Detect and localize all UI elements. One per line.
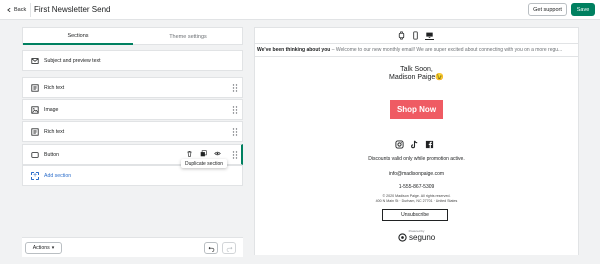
envelope-icon — [31, 58, 39, 64]
preheader-text: – Welcome to our new monthly email! We a… — [330, 47, 563, 53]
signoff-line2: Madison Paige😉 — [388, 74, 445, 81]
signoff-line1: Talk Soon, — [400, 66, 433, 73]
undo-button[interactable] — [204, 242, 218, 254]
caret-down-icon: ▾ — [51, 245, 55, 251]
tab-bar: Sections Theme settings — [22, 27, 243, 45]
discount-text: Discounts valid only while promotion act… — [368, 156, 465, 162]
plus-icon: + — [31, 172, 39, 180]
top-bar: Back First Newsletter Send Get support S… — [0, 0, 600, 20]
section-rich-text-2[interactable]: Rich text — [22, 121, 243, 142]
seguno-logo: seguno — [398, 233, 435, 242]
social-links — [395, 140, 434, 149]
watch-icon[interactable] — [397, 31, 406, 40]
get-support-button[interactable]: Get support — [528, 3, 567, 16]
subject-line: We've been thinking about you – Welcome … — [255, 44, 578, 57]
drag-handle-icon[interactable] — [232, 127, 238, 137]
panel-footer: Actions ▾ — [22, 237, 243, 257]
copyright-text: © 2020 Madison Paige. All rights reserve… — [382, 194, 451, 198]
section-label: Image — [44, 107, 59, 113]
add-section-button[interactable]: + Add section — [22, 165, 243, 186]
eye-icon[interactable] — [214, 150, 221, 157]
section-tools — [186, 150, 221, 157]
text-icon — [31, 128, 39, 136]
sections-panel: Sections Theme settings Subject and prev… — [22, 27, 243, 255]
section-label: Rich text — [44, 129, 65, 135]
drag-handle-icon[interactable] — [232, 83, 238, 93]
section-label: Subject and preview text — [44, 58, 101, 64]
contact-phone: 1-555-867-5309 — [398, 184, 435, 190]
trash-icon[interactable] — [186, 150, 193, 157]
subject-text: We've been thinking about you — [257, 47, 331, 53]
facebook-icon[interactable] — [425, 140, 434, 149]
address-text: 400 N Main St · Durham, NC 27701 · Unite… — [375, 199, 458, 203]
page-title: First Newsletter Send — [34, 5, 111, 14]
back-label: Back — [14, 7, 27, 13]
unsubscribe-button[interactable]: Unsubscribe — [382, 209, 448, 221]
section-label: Rich text — [44, 85, 65, 91]
image-icon — [31, 106, 39, 114]
duplicate-tooltip: Duplicate section — [181, 159, 227, 168]
brand-name: seguno — [409, 233, 436, 242]
contact-email[interactable]: info@madisonpaige.com — [255, 171, 578, 177]
save-button[interactable]: Save — [571, 3, 595, 16]
undo-icon — [208, 246, 214, 252]
seguno-mark-icon — [398, 233, 407, 242]
drag-handle-icon[interactable] — [232, 105, 238, 115]
signoff: Talk Soon, Madison Paige😉 — [255, 66, 578, 82]
tab-theme-settings[interactable]: Theme settings — [133, 28, 243, 45]
back-button[interactable]: Back — [2, 3, 32, 17]
shop-now-button[interactable]: Shop Now — [390, 100, 443, 119]
phone-icon[interactable] — [411, 31, 420, 40]
button-icon — [31, 152, 39, 158]
back-arrow-icon — [7, 7, 11, 13]
section-label: Button — [44, 152, 59, 158]
section-rich-text-1[interactable]: Rich text — [22, 77, 243, 98]
section-subject-preview[interactable]: Subject and preview text — [22, 50, 243, 71]
add-section-label: Add section — [44, 173, 72, 179]
email-body: Talk Soon, Madison Paige😉 Shop Now Disco… — [255, 58, 578, 255]
actions-label: Actions — [32, 245, 50, 251]
redo-icon — [226, 246, 232, 252]
device-switcher — [255, 28, 578, 44]
email-preview: We've been thinking about you – Welcome … — [254, 27, 579, 255]
actions-button[interactable]: Actions ▾ — [25, 242, 62, 254]
redo-button[interactable] — [222, 242, 236, 254]
drag-handle-icon[interactable] — [232, 150, 238, 160]
text-icon — [31, 84, 39, 92]
instagram-icon[interactable] — [395, 140, 404, 149]
section-image[interactable]: Image — [22, 99, 243, 120]
tiktok-icon[interactable] — [410, 140, 419, 149]
desktop-icon[interactable] — [425, 31, 434, 40]
tab-sections[interactable]: Sections — [23, 28, 133, 45]
duplicate-icon[interactable] — [200, 150, 207, 157]
